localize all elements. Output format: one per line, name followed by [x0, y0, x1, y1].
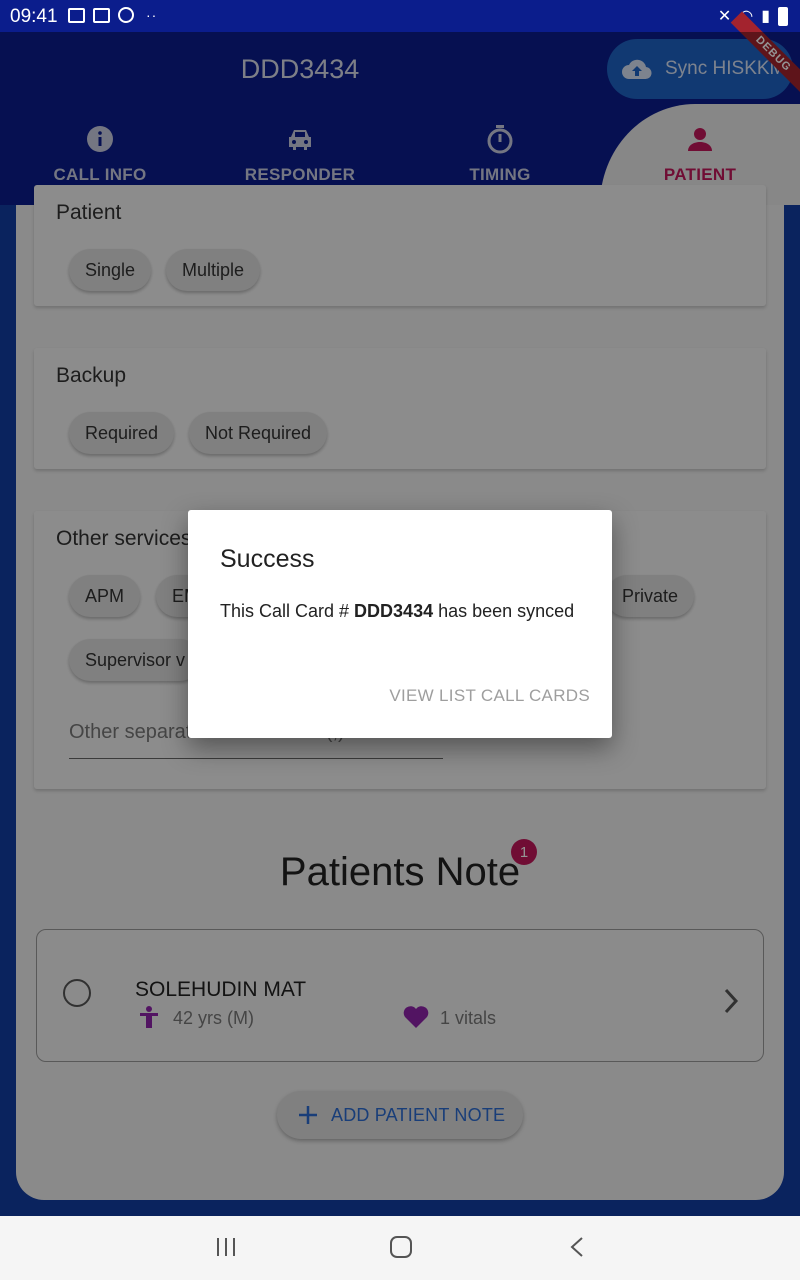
signal-icon: ▮: [761, 8, 770, 25]
mute-icon: ✕: [717, 8, 732, 25]
dialog-message-prefix: This Call Card #: [220, 601, 355, 621]
sync-notification-icon: [118, 7, 134, 23]
home-icon[interactable]: [389, 1236, 413, 1258]
recent-apps-icon[interactable]: [215, 1236, 237, 1258]
dialog-message: This Call Card # DDD3434 has been synced: [220, 601, 574, 622]
status-bar: 09:41 ·· ✕ ◠ ▮: [0, 0, 800, 32]
back-icon[interactable]: [568, 1236, 586, 1258]
battery-icon: [778, 6, 788, 26]
dialog-call-card-id: DDD3434: [354, 601, 434, 621]
success-dialog: Success This Call Card # DDD3434 has bee…: [188, 510, 612, 738]
more-notifications-icon: ··: [146, 7, 158, 23]
status-time: 09:41: [10, 6, 58, 27]
notification-icons: ··: [68, 7, 157, 23]
view-list-call-cards-button[interactable]: VIEW LIST CALL CARDS: [389, 686, 590, 706]
system-navigation-bar: [0, 1216, 800, 1280]
dialog-title: Success: [220, 545, 315, 573]
mail-icon: [93, 7, 110, 23]
dialog-message-suffix: has been synced: [433, 601, 575, 621]
image-icon: [68, 7, 85, 23]
